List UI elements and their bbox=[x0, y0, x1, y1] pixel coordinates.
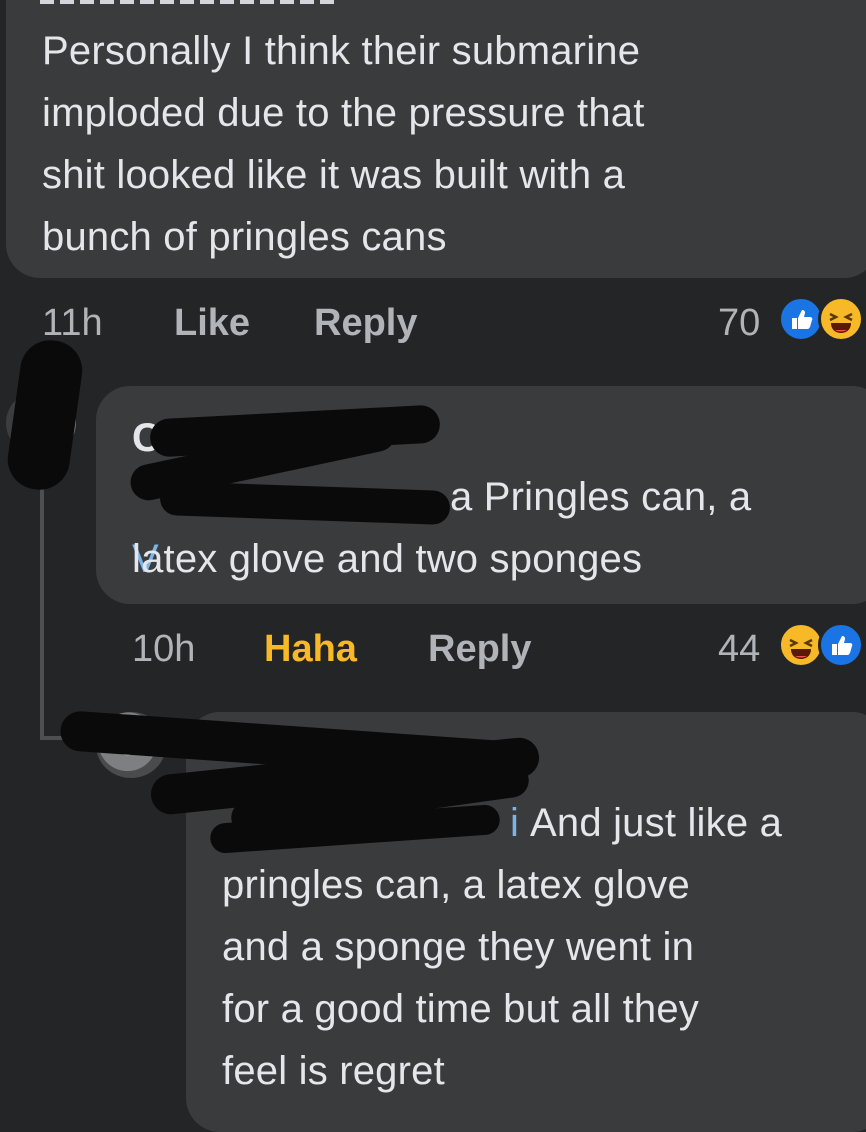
reply-button[interactable]: Reply bbox=[428, 624, 531, 674]
reaction-count[interactable]: 70 bbox=[718, 298, 760, 348]
haha-icon bbox=[818, 296, 864, 342]
reply-text-line1: a Pringles can, a bbox=[450, 475, 752, 519]
comment-actions: 11h Like Reply 70 bbox=[0, 298, 866, 348]
nested-reply-text-rest: pringles can, a latex glove and a sponge… bbox=[222, 863, 699, 1093]
nested-reply-text-line1: And just like a bbox=[530, 801, 783, 845]
like-icon bbox=[818, 622, 864, 668]
redaction-scribble bbox=[3, 336, 87, 494]
reaction-count[interactable]: 44 bbox=[718, 624, 760, 674]
like-button[interactable]: Like bbox=[174, 298, 250, 348]
nested-reply-mention[interactable]: i bbox=[510, 792, 519, 854]
reply-time[interactable]: 10h bbox=[132, 624, 195, 674]
reply-text-rest: latex glove and two sponges bbox=[132, 537, 643, 581]
reply-actions: 10h Haha Reply 44 bbox=[0, 624, 866, 674]
comment-author-cutoff bbox=[40, 0, 340, 4]
haha-button[interactable]: Haha bbox=[264, 624, 357, 674]
comment-text: Personally I think their submarine implo… bbox=[42, 29, 645, 259]
reply-button[interactable]: Reply bbox=[314, 298, 417, 348]
